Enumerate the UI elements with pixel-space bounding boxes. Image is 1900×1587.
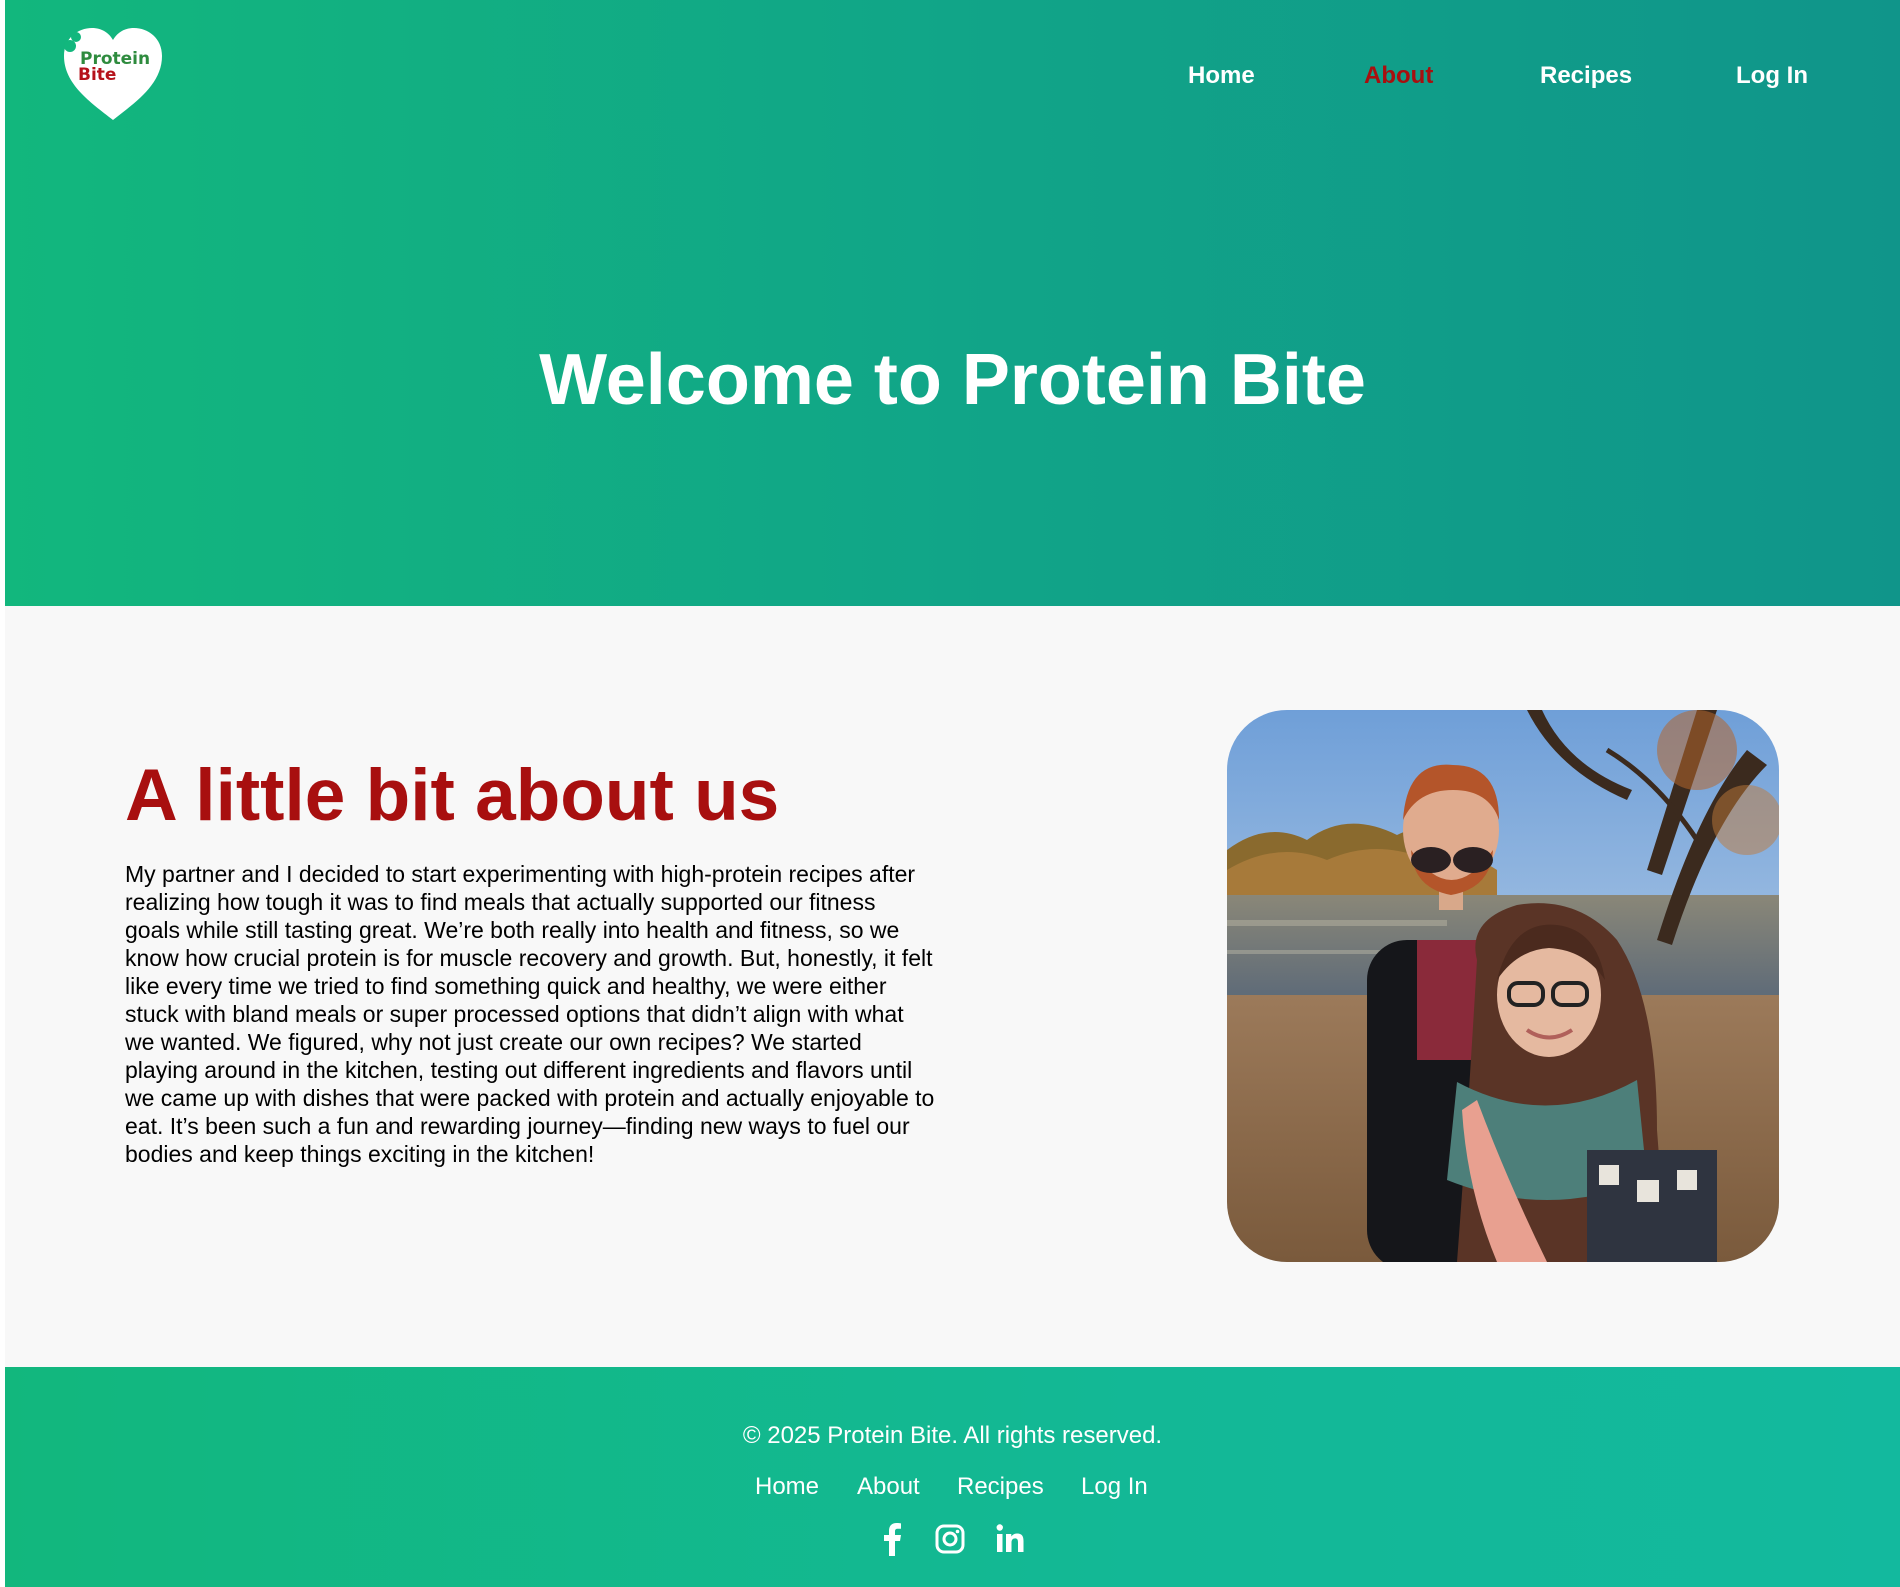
nav-item-about[interactable]: About [1364, 62, 1433, 90]
instagram-icon[interactable] [934, 1522, 966, 1556]
logo-word-bite: Bite [78, 65, 117, 85]
hero-title: Welcome to Protein Bite [539, 340, 1366, 420]
footer-copyright: © 2025 Protein Bite. All rights reserved… [742, 1422, 1163, 1449]
about-paragraph: My partner and I decided to start experi… [125, 861, 935, 1167]
logo-text: Protein Bite [78, 51, 150, 85]
linkedin-icon[interactable] [995, 1522, 1027, 1556]
about-section: A little bit about us My partner and I d… [5, 606, 1900, 1367]
social-links [5, 1522, 1900, 1556]
logo[interactable]: Protein Bite [60, 24, 166, 122]
page: Protein Bite Home About Recipes Log In W… [5, 0, 1900, 1587]
couple-photo [1227, 710, 1779, 1262]
footer-nav: Home About Recipes Log In [5, 1473, 1900, 1503]
hero-header: Protein Bite Home About Recipes Log In W… [5, 0, 1900, 606]
nav-item-home[interactable]: Home [1188, 62, 1255, 90]
footer-link-home[interactable]: Home [755, 1473, 819, 1501]
site-footer: © 2025 Protein Bite. All rights reserved… [5, 1367, 1900, 1587]
footer-link-login[interactable]: Log In [1081, 1473, 1148, 1501]
nav-item-login[interactable]: Log In [1736, 62, 1808, 90]
footer-link-recipes[interactable]: Recipes [957, 1473, 1044, 1501]
nav-item-recipes[interactable]: Recipes [1540, 62, 1632, 90]
couple-photo-illustration [1227, 710, 1779, 1262]
facebook-icon[interactable] [877, 1522, 909, 1556]
footer-link-about[interactable]: About [857, 1473, 920, 1501]
about-heading: A little bit about us [125, 755, 780, 836]
